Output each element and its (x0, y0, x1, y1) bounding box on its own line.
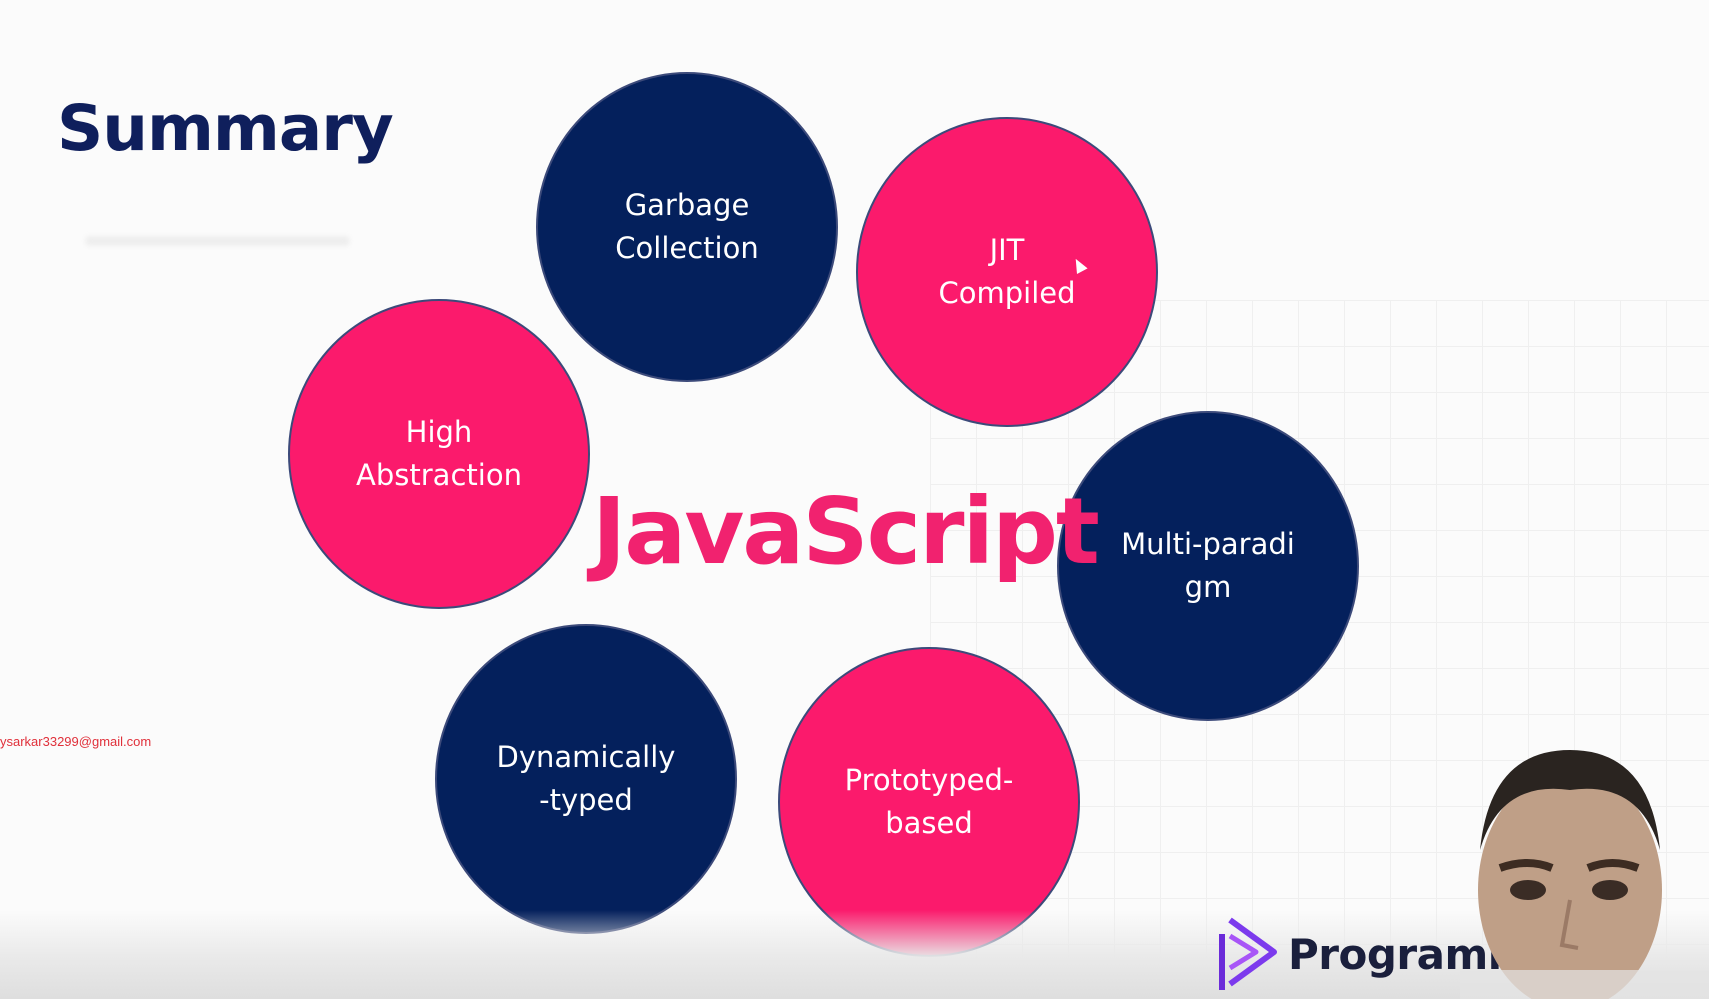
circle-jit-compiled: JIT Compiled (856, 117, 1158, 427)
presenter-webcam (1460, 740, 1709, 999)
circle-label: High Abstraction (356, 415, 522, 492)
faint-subtitle-line (85, 236, 350, 246)
presenter-image (1460, 750, 1709, 999)
circle-label: Multi-paradi gm (1121, 527, 1295, 604)
center-word-javascript: JavaScript (592, 478, 1100, 585)
circle-multi-paradigm: Multi-paradi gm (1057, 411, 1359, 721)
circle-garbage-collection: Garbage Collection (536, 72, 838, 382)
slide-title: Summary (57, 92, 394, 165)
circle-label: Garbage Collection (615, 188, 759, 265)
circle-label: Prototyped- based (844, 763, 1014, 840)
circle-dynamically-typed: Dynamically -typed (435, 624, 737, 934)
circle-label: Dynamically -typed (496, 740, 676, 817)
circle-label: JIT Compiled (938, 233, 1076, 310)
email-watermark: ysarkar33299@gmail.com (0, 734, 152, 749)
circle-high-abstraction: High Abstraction (288, 299, 590, 609)
brand-logo-icon (1219, 917, 1277, 990)
